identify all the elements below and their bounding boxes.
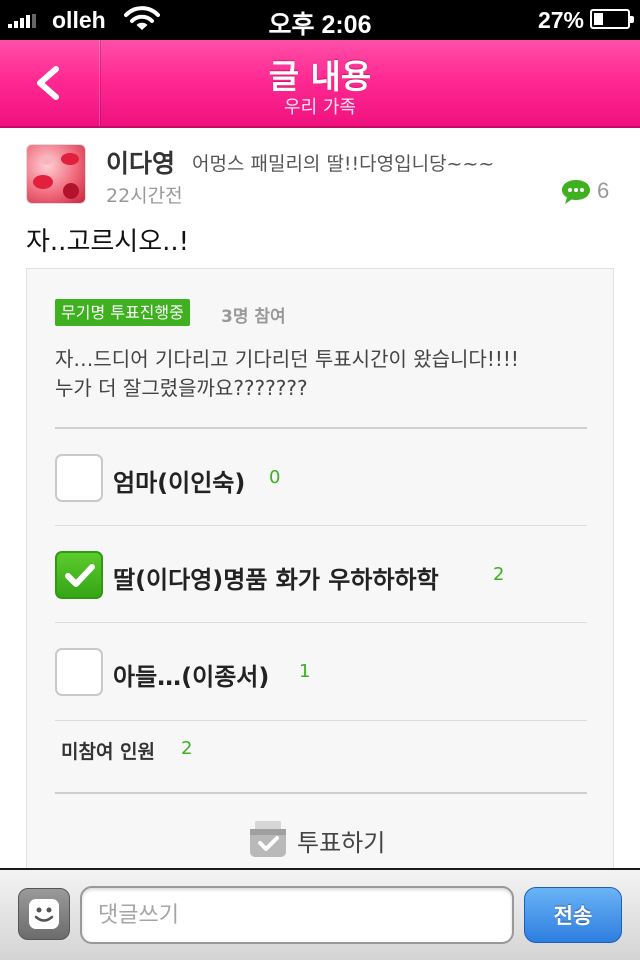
status-bar: olleh 오후 2:06 27%: [0, 0, 640, 40]
vote-option[interactable]: 엄마(이인숙) 0: [55, 429, 587, 525]
divider: [55, 720, 587, 721]
send-button[interactable]: 전송: [524, 887, 622, 943]
battery-icon: [590, 9, 634, 29]
ballot-box-icon: [250, 821, 286, 857]
vote-option-count: 2: [493, 564, 505, 585]
author-intro: 어멍스 패밀리의 딸!!다영입니당~~~: [192, 153, 495, 175]
vote-option-count: 1: [299, 661, 311, 682]
checkmark-icon: [65, 564, 95, 587]
author-name[interactable]: 이다영: [106, 144, 175, 180]
non-participants-count: 2: [181, 738, 193, 759]
divider: [55, 792, 587, 794]
comment-bar: 전송: [0, 868, 640, 960]
vote-option[interactable]: 딸(이다영)명품 화가 우하하하학 2: [55, 526, 587, 622]
post-time: 22시간전: [106, 185, 183, 207]
vote-option-label: 엄마(이인숙): [113, 469, 246, 497]
vote-card: 무기명 투표진행중 3명 참여 자…드디어 기다리고 기다리던 투표시간이 왔습…: [26, 268, 614, 878]
vote-participant-count: 3명 참여: [221, 307, 286, 327]
vote-option-count: 0: [269, 467, 281, 488]
vote-option-checkbox[interactable]: [55, 648, 103, 696]
vote-question: 자…드디어 기다리고 기다리던 투표시간이 왔습니다!!!! 누가 더 잘그렸을…: [55, 345, 595, 403]
comment-input[interactable]: [80, 886, 514, 944]
vote-option-checkbox[interactable]: [55, 551, 103, 599]
vote-submit-label: 투표하기: [297, 829, 386, 857]
page-title: 글 내용: [268, 57, 372, 96]
comment-count: 6: [597, 178, 610, 203]
vote-status-badge: 무기명 투표진행중: [55, 299, 190, 326]
vote-option-label: 딸(이다영)명품 화가 우하하하학: [113, 566, 439, 594]
page-subtitle: 우리 가족: [284, 97, 356, 118]
vote-question-line: 자…드디어 기다리고 기다리던 투표시간이 왔습니다!!!!: [55, 347, 519, 371]
battery-percent: 27%: [537, 7, 584, 33]
vote-option-label: 아들…(이종서): [113, 663, 270, 691]
non-participants-label[interactable]: 미참여 인원: [61, 737, 155, 764]
avatar[interactable]: [26, 144, 86, 204]
emoticon-button[interactable]: [18, 888, 70, 940]
speech-bubble-icon[interactable]: [560, 178, 592, 206]
vote-option-checkbox[interactable]: [55, 454, 103, 502]
vote-option[interactable]: 아들…(이종서) 1: [55, 623, 587, 719]
vote-question-line: 누가 더 잘그렸을까요???????: [55, 376, 308, 400]
post-body: 자..고르시오..!: [26, 227, 190, 257]
nav-bar: 글 내용 우리 가족: [0, 40, 640, 128]
smiley-icon: [29, 899, 59, 929]
vote-submit-button[interactable]: 투표하기: [245, 813, 405, 863]
